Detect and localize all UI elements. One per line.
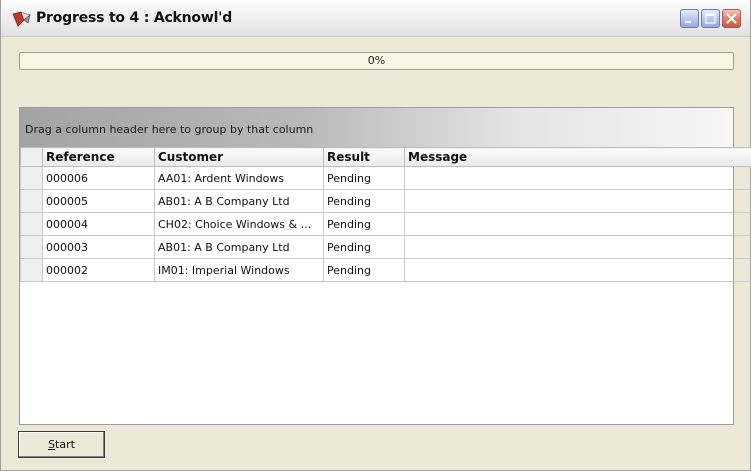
start-button-accelerator: S (48, 438, 56, 451)
table-row[interactable]: 000002 IM01: Imperial Windows Pending (20, 258, 751, 282)
results-table: Reference Customer Result Message 000006… (20, 147, 751, 282)
cell-result[interactable]: Pending (323, 189, 405, 213)
maximize-icon (705, 13, 716, 24)
row-indicator[interactable] (20, 189, 43, 213)
app-icon[interactable] (12, 11, 32, 27)
progress-window: Progress to 4 : Acknowl'd 0% Drag a colu… (0, 0, 751, 471)
window-title: Progress to 4 : Acknowl'd (36, 10, 233, 26)
cell-reference[interactable]: 000004 (42, 212, 155, 236)
close-button[interactable] (722, 9, 741, 28)
maximize-button[interactable] (701, 9, 720, 28)
results-grid: Drag a column header here to group by th… (19, 107, 751, 425)
row-indicator[interactable] (20, 166, 43, 190)
minimize-button[interactable] (680, 9, 699, 28)
column-header-customer[interactable]: Customer (154, 147, 324, 167)
cell-result[interactable]: Pending (323, 212, 405, 236)
cell-customer[interactable]: AB01: A B Company Ltd (154, 189, 324, 213)
progress-bar: 0% (19, 52, 734, 70)
cell-reference[interactable]: 000006 (42, 166, 155, 190)
cell-result[interactable]: Pending (323, 166, 405, 190)
column-header-reference[interactable]: Reference (42, 147, 155, 167)
row-indicator[interactable] (20, 235, 43, 259)
column-header-result[interactable]: Result (323, 147, 405, 167)
group-by-hint: Drag a column header here to group by th… (25, 123, 314, 136)
cell-reference[interactable]: 000003 (42, 235, 155, 259)
button-bar (1, 425, 750, 470)
cell-customer[interactable]: IM01: Imperial Windows (154, 258, 324, 282)
group-by-panel[interactable]: Drag a column header here to group by th… (20, 108, 733, 147)
row-indicator-header (20, 147, 43, 167)
cell-message[interactable] (404, 212, 751, 236)
cell-message[interactable] (404, 166, 751, 190)
row-indicator[interactable] (20, 212, 43, 236)
cell-message[interactable] (404, 258, 751, 282)
cell-reference[interactable]: 000002 (42, 258, 155, 282)
minimize-icon (685, 21, 691, 23)
cell-reference[interactable]: 000005 (42, 189, 155, 213)
column-header-message[interactable]: Message (404, 147, 751, 167)
start-button-label: tart (55, 438, 75, 451)
table-row[interactable]: 000006 AA01: Ardent Windows Pending (20, 166, 751, 190)
row-indicator[interactable] (20, 258, 43, 282)
cell-customer[interactable]: AA01: Ardent Windows (154, 166, 324, 190)
cell-message[interactable] (404, 235, 751, 259)
close-icon (726, 13, 737, 24)
progress-label: 0% (367, 54, 386, 67)
table-row[interactable]: 000005 AB01: A B Company Ltd Pending (20, 189, 751, 213)
table-row[interactable]: 000003 AB01: A B Company Ltd Pending (20, 235, 751, 259)
start-button[interactable]: Start (18, 431, 105, 458)
cell-message[interactable] (404, 189, 751, 213)
header-row: Reference Customer Result Message (20, 147, 751, 167)
title-bar[interactable]: Progress to 4 : Acknowl'd (1, 0, 750, 37)
cell-result[interactable]: Pending (323, 235, 405, 259)
cell-result[interactable]: Pending (323, 258, 405, 282)
cell-customer[interactable]: CH02: Choice Windows & ... (154, 212, 324, 236)
table-row[interactable]: 000004 CH02: Choice Windows & ... Pendin… (20, 212, 751, 236)
cell-customer[interactable]: AB01: A B Company Ltd (154, 235, 324, 259)
